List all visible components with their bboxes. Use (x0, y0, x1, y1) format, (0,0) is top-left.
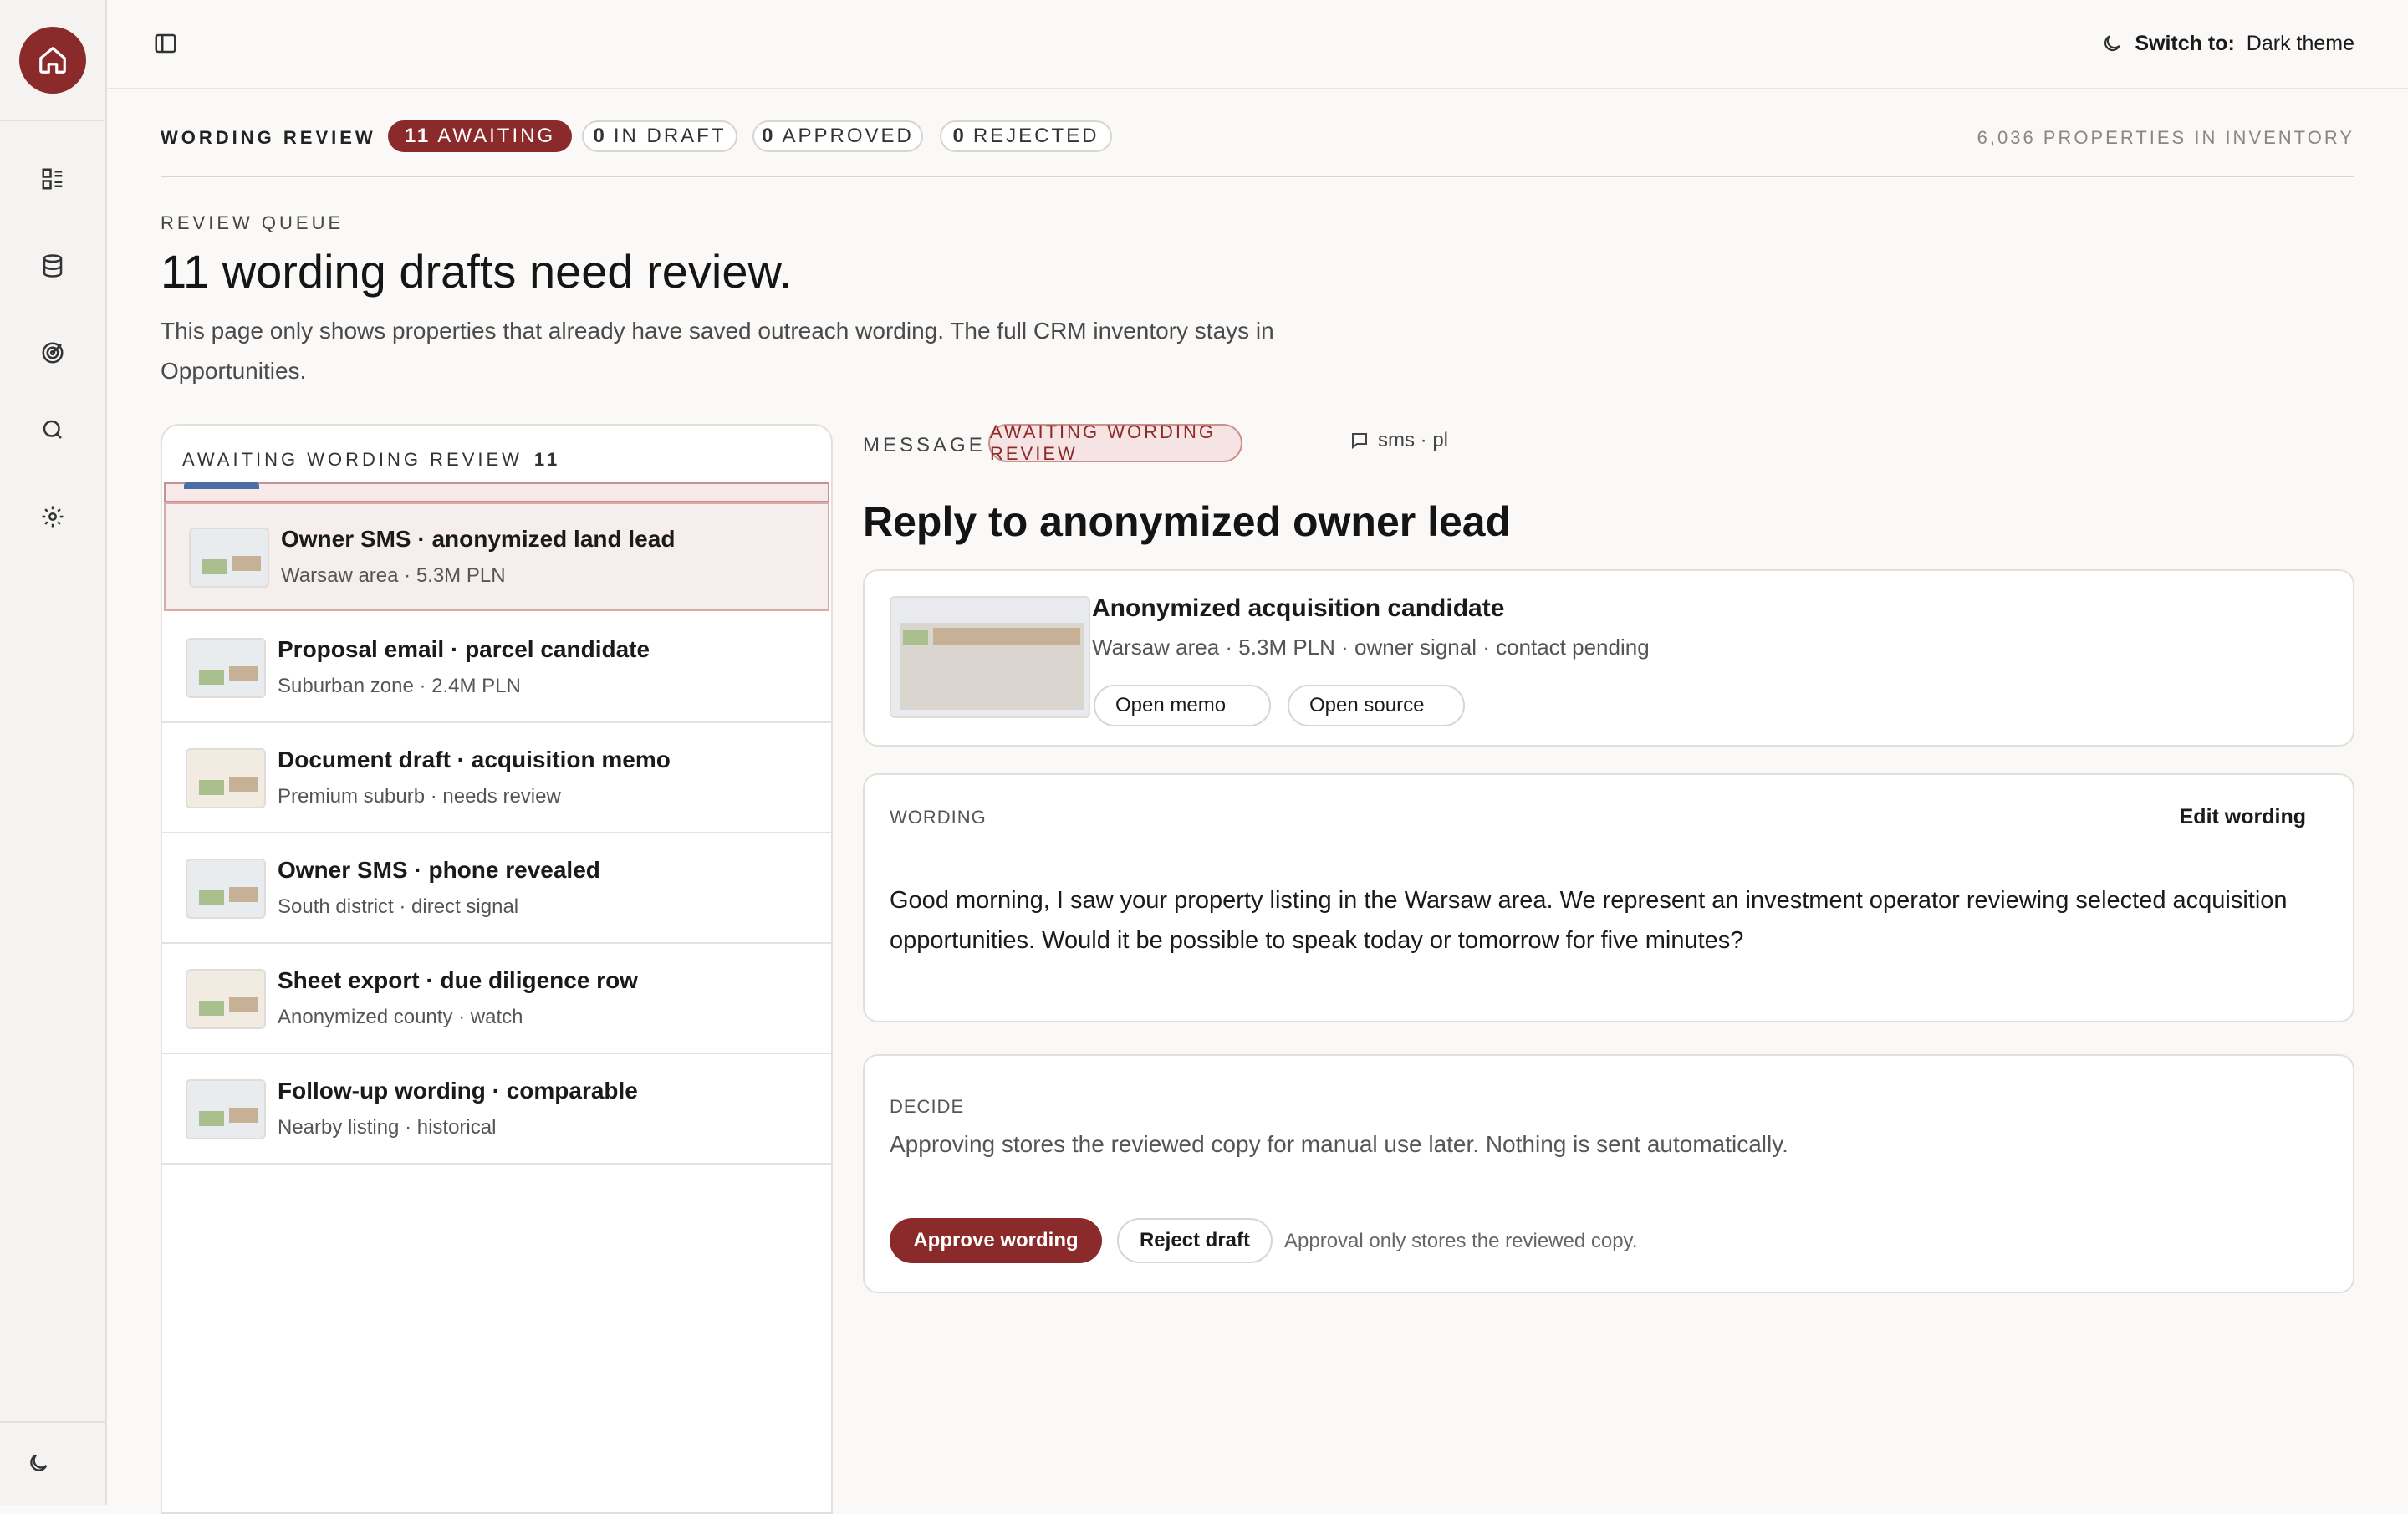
dashboard-list-icon (42, 168, 63, 190)
theme-switch-value: Dark theme (2246, 31, 2354, 55)
gear-icon (42, 506, 64, 528)
approval-note: Approval only stores the reviewed copy. (1284, 1230, 1638, 1252)
open-source-button[interactable]: Open source (1288, 685, 1465, 726)
pill-label: AWAITING (437, 125, 556, 147)
list-item[interactable]: Sheet export · due diligence row Anonymi… (162, 946, 831, 1054)
channel-tag: sms · pl (1349, 429, 1448, 452)
list-item-subtitle: Anonymized county · watch (278, 1006, 523, 1028)
database-icon (43, 254, 63, 278)
list-item-title: Owner SMS · anonymized land lead (281, 526, 676, 552)
pill-label: IN DRAFT (613, 125, 727, 147)
property-meta: Warsaw area · 5.3M PLN · owner signal · … (1092, 635, 1650, 660)
filter-pill-in-draft[interactable]: 0 IN DRAFT (582, 120, 737, 152)
open-memo-button[interactable]: Open memo (1094, 685, 1271, 726)
pill-label: APPROVED (782, 125, 914, 147)
approve-wording-button[interactable]: Approve wording (890, 1218, 1102, 1263)
list-heading: AWAITING WORDING REVIEW 11 (182, 449, 560, 471)
decide-card: DECIDE Approving stores the reviewed cop… (863, 1054, 2354, 1293)
pill-count: 11 (404, 125, 431, 147)
top-bar: Switch to: Dark theme (105, 0, 2408, 89)
list-count: 11 (533, 449, 561, 470)
home-button[interactable] (19, 26, 86, 94)
inventory-count: 6,036 PROPERTIES IN INVENTORY (1977, 127, 2354, 148)
list-item-title: Proposal email · parcel candidate (278, 636, 650, 662)
property-name: Anonymized acquisition candidate (1092, 594, 1505, 622)
list-item-subtitle: Premium suburb · needs review (278, 785, 561, 808)
review-queue-list: AWAITING WORDING REVIEW 11 Owner SMS · an… (161, 424, 833, 1514)
property-thumbnail (186, 859, 266, 919)
property-thumbnail (186, 1079, 266, 1139)
rail-item-settings[interactable] (34, 498, 71, 535)
theme-toggle-button[interactable] (20, 1445, 57, 1481)
list-item[interactable]: Follow-up wording · comparable Nearby li… (162, 1056, 831, 1165)
rail-item-database[interactable] (34, 247, 71, 284)
property-image (890, 596, 1090, 718)
detail-title: Reply to anonymized owner lead (863, 498, 1512, 545)
rail-item-dashboard[interactable] (34, 161, 71, 197)
filter-pill-rejected[interactable]: 0 REJECTED (940, 120, 1112, 152)
wording-card: WORDING Edit wording Good morning, I saw… (863, 773, 2354, 1022)
list-item-subtitle: South district · direct signal (278, 895, 519, 918)
property-thumbnail (186, 638, 266, 698)
list-item-subtitle: Suburban zone · 2.4M PLN (278, 675, 521, 697)
status-filter-row: WORDING REVIEW 11 AWAITING 0 IN DRAFT 0 APP… (161, 120, 2354, 177)
property-card: Anonymized acquisition candidate Warsaw … (863, 569, 2354, 747)
rail-item-search[interactable] (34, 411, 71, 448)
list-item-title: Sheet export · due diligence row (278, 967, 638, 993)
status-badge: AWAITING WORDING REVIEW (988, 421, 1242, 464)
list-item[interactable]: Document draft · acquisition memo Premiu… (162, 725, 831, 833)
theme-switch[interactable]: Switch to: Dark theme (2101, 25, 2354, 62)
detail-label: MESSAGE (863, 434, 986, 456)
list-item-title: Follow-up wording · comparable (278, 1078, 638, 1104)
sidebar-toggle-button[interactable] (149, 27, 182, 60)
property-thumbnail (186, 748, 266, 808)
filter-pill-approved[interactable]: 0 APPROVED (752, 120, 923, 152)
theme-switch-prefix: Switch to: (2135, 31, 2235, 55)
pill-count: 0 (762, 125, 776, 147)
property-thumbnail (186, 969, 266, 1029)
decide-description: Approving stores the reviewed copy for m… (890, 1131, 1788, 1157)
left-rail (0, 0, 107, 1505)
rail-item-targets[interactable] (34, 334, 71, 371)
reject-draft-button[interactable]: Reject draft (1117, 1218, 1273, 1263)
partial-thumbnail (184, 482, 259, 489)
pill-label: REJECTED (972, 125, 1099, 147)
search-icon (43, 420, 62, 439)
list-item[interactable]: Owner SMS · phone revealed South distric… (162, 835, 831, 944)
list-scroll-indicator (164, 482, 829, 502)
home-icon (39, 46, 66, 74)
wording-label: WORDING (890, 807, 987, 828)
channel-label: sms · pl (1378, 429, 1448, 451)
list-item-subtitle: Nearby listing · historical (278, 1116, 497, 1139)
sidebar-panel-icon (155, 33, 176, 54)
moon-icon (30, 1454, 48, 1471)
page-eyebrow: REVIEW QUEUE (161, 212, 344, 233)
list-item-subtitle: Warsaw area · 5.3M PLN (281, 564, 506, 587)
filter-pill-awaiting[interactable]: 11 AWAITING (388, 120, 572, 152)
rail-brand (0, 0, 105, 121)
list-item[interactable]: Proposal email · parcel candidate Suburb… (162, 614, 831, 723)
rail-footer (0, 1421, 105, 1505)
target-icon (42, 342, 64, 364)
list-item[interactable]: Owner SMS · anonymized land lead Warsaw … (164, 502, 829, 611)
moon-icon (2104, 35, 2121, 52)
list-item-title: Document draft · acquisition memo (278, 747, 671, 772)
page-description: This page only shows properties that alr… (161, 318, 1274, 384)
section-title: WORDING REVIEW (161, 127, 376, 148)
decide-label: DECIDE (890, 1096, 965, 1117)
pill-count: 0 (952, 125, 967, 147)
message-bubble-icon (1352, 433, 1367, 450)
edit-wording-button[interactable]: Edit wording (2180, 805, 2306, 829)
pill-count: 0 (593, 125, 607, 147)
page-title: 11 wording drafts need review. (161, 245, 793, 298)
property-thumbnail (189, 528, 269, 588)
list-item-title: Owner SMS · phone revealed (278, 857, 600, 883)
wording-text: Good morning, I saw your property listin… (890, 887, 2288, 954)
list-heading-label: AWAITING WORDING REVIEW (182, 449, 523, 470)
